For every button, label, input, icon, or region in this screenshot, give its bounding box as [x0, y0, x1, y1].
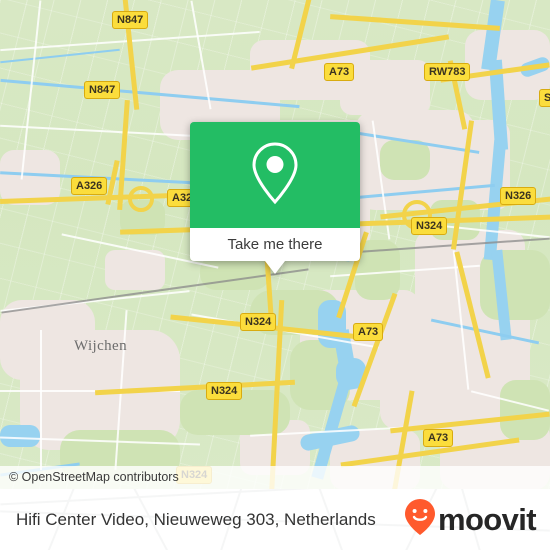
road-shield: N324 [240, 313, 277, 331]
popup-tail [265, 261, 285, 274]
footer-bar: Hifi Center Video, Nieuweweg 303, Nether… [0, 489, 550, 550]
map-pin-icon [249, 140, 301, 211]
road-shield: N324 [206, 382, 243, 400]
moovit-logo[interactable]: moovit [404, 489, 537, 550]
road-shield: A73 [324, 63, 355, 81]
road-shield: N324 [411, 217, 448, 235]
osm-attribution[interactable]: © OpenStreetMap contributors [0, 466, 550, 489]
road-shield: A73 [423, 429, 454, 447]
take-me-there-popup[interactable]: Take me there [190, 122, 360, 274]
popup-action-label[interactable]: Take me there [190, 228, 360, 261]
popup-icon-panel [190, 122, 360, 228]
moovit-wordmark: moovit [437, 502, 537, 537]
road-shield: N326 [500, 187, 537, 205]
road-shield: S1 [539, 89, 550, 107]
map-screenshot: Wijchen N847 N847 A73 RW783 S1 A326 A326… [0, 0, 550, 550]
road-shield: RW783 [424, 63, 471, 81]
road-shield: N847 [84, 81, 121, 99]
map-city-label: Wijchen [74, 338, 128, 354]
place-address-text: Hifi Center Video, Nieuweweg 303, Nether… [16, 509, 376, 529]
road-shield: A73 [353, 323, 384, 341]
moovit-smiley-pin-icon [404, 499, 435, 540]
map-canvas[interactable]: Wijchen N847 N847 A73 RW783 S1 A326 A326… [0, 0, 550, 489]
road-shield: A326 [71, 177, 108, 195]
road-shield: N847 [112, 11, 149, 29]
